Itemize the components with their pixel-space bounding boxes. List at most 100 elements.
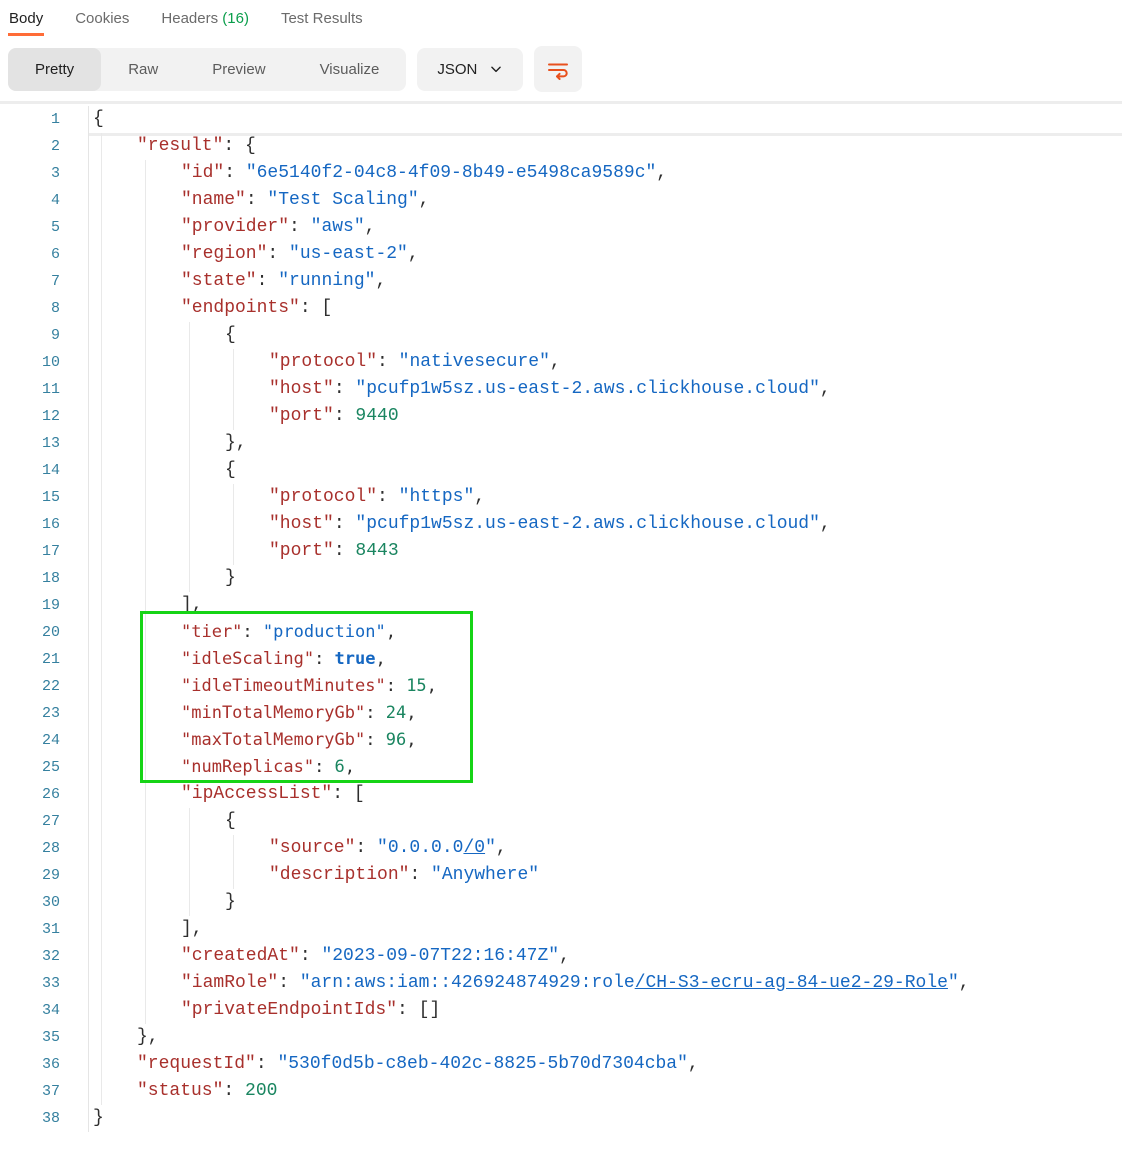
view-preview-button[interactable]: Preview	[185, 48, 292, 91]
code-line: 38}	[0, 1105, 1122, 1132]
line-number: 26	[0, 781, 60, 808]
tab-headers[interactable]: Headers (16)	[160, 8, 250, 36]
line-number: 24	[0, 727, 60, 754]
line-number: 1	[0, 106, 60, 133]
indent-guide	[145, 916, 146, 943]
code-token: ],	[181, 595, 203, 615]
code-token: ,	[656, 163, 667, 183]
indent-guide	[145, 322, 146, 349]
line-number: 10	[0, 349, 60, 376]
code-token: "createdAt"	[181, 946, 300, 966]
detected-link[interactable]: /CH-S3-ecru-ag-84-ue2-29-Role	[635, 973, 948, 993]
tab-test-results[interactable]: Test Results	[280, 8, 364, 36]
view-raw-button[interactable]: Raw	[101, 48, 185, 91]
view-visualize-button[interactable]: Visualize	[293, 48, 407, 91]
view-pretty-button[interactable]: Pretty	[8, 48, 101, 91]
indent-guide	[101, 1078, 102, 1105]
indent-guide	[145, 646, 146, 673]
tab-cookies[interactable]: Cookies	[74, 8, 130, 36]
format-select-value: JSON	[437, 61, 477, 78]
line-number: 27	[0, 808, 60, 835]
tab-cookies-label: Cookies	[75, 10, 129, 27]
code-token: "pcufp1w5sz.us-east-2.aws.clickhouse.clo…	[355, 379, 819, 399]
indent-guide	[101, 484, 102, 511]
indent-guide	[145, 457, 146, 484]
code-token: ,	[550, 352, 561, 372]
line-number: 7	[0, 268, 60, 295]
code-token: :	[242, 622, 262, 642]
code-line: 26"ipAccessList": [	[0, 781, 1122, 808]
indent-guide	[145, 862, 146, 889]
indent-guide	[101, 673, 102, 700]
code-token: "privateEndpointIds"	[181, 1000, 397, 1020]
indent-guide	[101, 889, 102, 916]
code-token: ,	[688, 1054, 699, 1074]
code-line: 30}	[0, 889, 1122, 916]
indent-guide	[145, 187, 146, 214]
indent-guide	[145, 673, 146, 700]
indent-guide	[189, 484, 190, 511]
code-token: : [	[332, 784, 364, 804]
line-number: 23	[0, 700, 60, 727]
code-token: ,	[559, 946, 570, 966]
code-token: :	[355, 838, 377, 858]
code-line: 12"port": 9440	[0, 403, 1122, 430]
indent-guide	[189, 457, 190, 484]
wrap-text-icon	[546, 57, 570, 81]
indent-guide	[101, 187, 102, 214]
format-select[interactable]: JSON	[417, 48, 523, 91]
code-token: :	[257, 271, 279, 291]
indent-guide	[101, 646, 102, 673]
indent-guide	[145, 808, 146, 835]
code-line: 36"requestId": "530f0d5b-c8eb-402c-8825-…	[0, 1051, 1122, 1078]
code-line: 2"result": {	[0, 133, 1122, 160]
indent-guide	[145, 889, 146, 916]
code-token: :	[334, 514, 356, 534]
code-token: "production"	[263, 622, 386, 642]
line-number: 2	[0, 133, 60, 160]
code-token: ,	[820, 514, 831, 534]
code-line: 14{	[0, 457, 1122, 484]
code-token: :	[377, 487, 399, 507]
indent-guide	[101, 862, 102, 889]
indent-guide	[101, 511, 102, 538]
indent-guide	[233, 403, 234, 430]
code-line: 7"state": "running",	[0, 268, 1122, 295]
line-number: 8	[0, 295, 60, 322]
code-line: 23"minTotalMemoryGb": 24,	[0, 700, 1122, 727]
headers-count-badge: (16)	[222, 10, 249, 27]
indent-guide	[145, 160, 146, 187]
detected-link[interactable]: /0	[463, 838, 485, 858]
code-token: {	[93, 109, 104, 129]
tab-body-label: Body	[9, 10, 43, 27]
tab-body[interactable]: Body	[8, 8, 44, 36]
code-token: "idleTimeoutMinutes"	[181, 676, 386, 696]
indent-guide	[101, 619, 102, 646]
indent-guide	[145, 403, 146, 430]
indent-guide	[189, 349, 190, 376]
code-token: :	[314, 757, 334, 777]
code-line: 19],	[0, 592, 1122, 619]
code-token: "aws"	[311, 217, 365, 237]
line-number: 18	[0, 565, 60, 592]
line-number: 17	[0, 538, 60, 565]
code-token: :	[300, 946, 322, 966]
indent-guide	[145, 538, 146, 565]
code-token: ,	[406, 703, 416, 723]
indent-guide	[233, 376, 234, 403]
code-token: :	[278, 973, 300, 993]
code-token: "port"	[269, 406, 334, 426]
line-number: 9	[0, 322, 60, 349]
code-line: 27{	[0, 808, 1122, 835]
wrap-text-button[interactable]	[534, 46, 582, 92]
code-token: "port"	[269, 541, 334, 561]
code-token: }	[225, 568, 236, 588]
indent-guide	[189, 430, 190, 457]
code-token: 9440	[355, 406, 398, 426]
code-token: "protocol"	[269, 487, 377, 507]
code-token: :	[365, 730, 385, 750]
indent-guide	[101, 808, 102, 835]
indent-guide	[101, 754, 102, 781]
indent-guide	[145, 268, 146, 295]
code-token: :	[314, 649, 334, 669]
